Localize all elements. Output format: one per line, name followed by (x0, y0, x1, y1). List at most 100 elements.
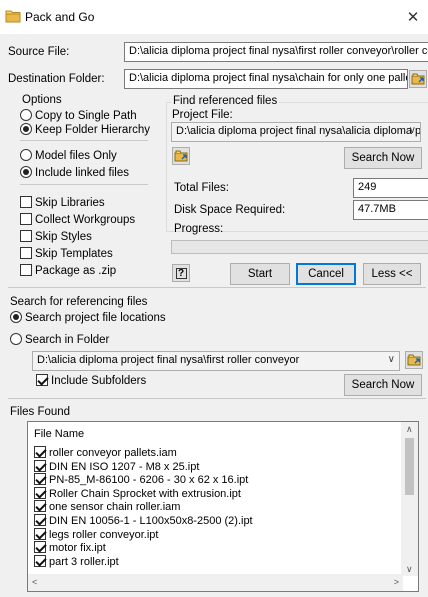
file-include-checkbox[interactable] (34, 473, 46, 486)
collect-workgroups-option[interactable]: Collect Workgroups (20, 213, 135, 226)
section-divider (8, 287, 426, 288)
file-list-item[interactable]: DIN EN ISO 1207 - M8 x 25.ipt (34, 459, 253, 474)
include-linked-files-option[interactable]: Include linked files (20, 166, 129, 179)
package-as-zip-checkbox[interactable] (20, 264, 32, 276)
section-divider-2 (8, 398, 426, 399)
file-list-item[interactable]: motor fix.ipt (34, 541, 253, 555)
browse-destination-button[interactable] (409, 70, 427, 88)
files-found-title: Files Found (10, 406, 71, 418)
vertical-scrollbar[interactable]: ∧ ∨ (401, 422, 418, 576)
file-include-checkbox[interactable] (34, 554, 46, 567)
options-divider-2 (20, 184, 148, 185)
source-file-label: Source File: (8, 46, 70, 58)
search-now-button[interactable]: Search Now (344, 147, 422, 169)
copy-single-path-label: Copy to Single Path (35, 110, 137, 122)
options-title: Options (22, 94, 62, 106)
close-button[interactable]: ✕ (398, 0, 428, 34)
search-now-folder-button[interactable]: Search Now (344, 374, 422, 396)
progress-bar (171, 240, 428, 254)
files-found-list[interactable]: File Name roller conveyor pallets.iam DIN… (27, 421, 419, 592)
file-list-item[interactable]: DIN EN 10056-1 - L100x50x8-2500 (2).ipt (34, 513, 253, 528)
file-include-checkbox[interactable] (34, 541, 46, 554)
scroll-down-icon[interactable]: ∨ (406, 564, 413, 575)
file-list-item[interactable]: PN-85_M-86100 - 6206 - 30 x 62 x 16.ipt (34, 473, 253, 487)
file-include-checkbox[interactable] (34, 513, 46, 526)
file-include-checkbox[interactable] (34, 446, 46, 458)
skip-styles-label: Skip Styles (35, 231, 92, 243)
chevron-down-icon: ∨ (387, 354, 395, 365)
scroll-right-icon[interactable]: > (394, 577, 399, 587)
model-files-only-option[interactable]: Model files Only (20, 149, 117, 162)
file-list-item[interactable]: one sensor chain roller.iam (34, 500, 253, 514)
start-button[interactable]: Start (230, 263, 290, 285)
file-name: DIN EN ISO 1207 - M8 x 25.ipt (49, 460, 200, 473)
search-project-locations-option[interactable]: Search project file locations (10, 311, 166, 324)
search-in-folder-label: Search in Folder (25, 334, 110, 346)
include-linked-files-label: Include linked files (35, 167, 129, 179)
copy-single-path-radio[interactable] (20, 109, 32, 121)
browse-project-button[interactable] (172, 147, 190, 165)
browse-folder-icon (411, 73, 425, 85)
model-files-only-radio[interactable] (20, 149, 32, 161)
file-name: DIN EN 10056-1 - L100x50x8-2500 (2).ipt (49, 514, 253, 527)
search-folder-value: D:\alicia diploma project final nysa\fir… (37, 354, 300, 366)
file-list-item[interactable]: roller conveyor pallets.iam (34, 446, 253, 460)
collect-workgroups-label: Collect Workgroups (35, 214, 136, 226)
include-linked-files-radio[interactable] (20, 166, 32, 178)
search-project-locations-label: Search project file locations (25, 312, 166, 324)
browse-folder-icon (174, 150, 188, 162)
less-button[interactable]: Less << (363, 263, 421, 285)
search-folder-dropdown[interactable]: D:\alicia diploma project final nysa\fir… (32, 351, 400, 371)
source-file-field[interactable]: D:\alicia diploma project final nysa\fir… (124, 42, 428, 62)
progress-label: Progress: (174, 223, 224, 235)
file-list-item[interactable]: legs roller conveyor.ipt (34, 527, 253, 542)
horizontal-scrollbar[interactable]: < > (28, 574, 403, 591)
file-name-column-header[interactable]: File Name (34, 428, 84, 440)
include-subfolders-checkbox[interactable] (36, 374, 48, 386)
cancel-button[interactable]: Cancel (296, 263, 356, 285)
folder-icon (5, 10, 21, 23)
skip-templates-checkbox[interactable] (20, 247, 32, 259)
skip-libraries-option[interactable]: Skip Libraries (20, 196, 105, 209)
vertical-scroll-thumb[interactable] (405, 438, 414, 495)
search-project-locations-radio[interactable] (10, 311, 22, 323)
file-name: roller conveyor pallets.iam (49, 447, 177, 459)
keep-folder-hierarchy-option[interactable]: Keep Folder Hierarchy (20, 123, 150, 136)
file-name: PN-85_M-86100 - 6206 - 30 x 62 x 16.ipt (49, 474, 249, 487)
skip-templates-label: Skip Templates (35, 248, 113, 260)
destination-folder-field[interactable]: D:\alicia diploma project final nysa\cha… (124, 69, 408, 89)
total-files-label: Total Files: (174, 182, 229, 194)
package-as-zip-option[interactable]: Package as .zip (20, 264, 116, 277)
search-in-folder-radio[interactable] (10, 333, 22, 345)
skip-templates-option[interactable]: Skip Templates (20, 247, 113, 260)
collect-workgroups-checkbox[interactable] (20, 213, 32, 225)
skip-libraries-checkbox[interactable] (20, 196, 32, 208)
include-subfolders-option[interactable]: Include Subfolders (36, 374, 146, 387)
find-referenced-files-title: Find referenced files (171, 95, 280, 107)
file-list-item[interactable]: part 3 roller.ipt (34, 554, 253, 569)
file-name: Roller Chain Sprocket with extrusion.ipt (49, 487, 241, 500)
file-name: legs roller conveyor.ipt (49, 528, 159, 541)
package-as-zip-label: Package as .zip (35, 265, 117, 277)
file-list-item[interactable]: Roller Chain Sprocket with extrusion.ipt (34, 486, 253, 501)
file-include-checkbox[interactable] (34, 527, 46, 540)
help-button[interactable]: ? (172, 264, 190, 282)
skip-styles-option[interactable]: Skip Styles (20, 230, 92, 243)
keep-folder-hierarchy-radio[interactable] (20, 123, 32, 135)
title-bar: Pack and Go ✕ (0, 0, 428, 34)
scroll-left-icon[interactable]: < (32, 577, 37, 587)
project-file-value: D:\alicia diploma project final nysa\ali… (176, 125, 421, 137)
file-include-checkbox[interactable] (34, 459, 46, 472)
file-include-checkbox[interactable] (34, 486, 46, 499)
file-name: motor fix.ipt (49, 542, 106, 555)
copy-single-path-option[interactable]: Copy to Single Path (20, 109, 137, 122)
pack-and-go-dialog: Pack and Go ✕ Source File: D:\alicia dip… (0, 0, 428, 597)
skip-libraries-label: Skip Libraries (35, 197, 105, 209)
search-referencing-title: Search for referencing files (10, 296, 148, 308)
browse-search-folder-button[interactable] (405, 351, 423, 369)
search-in-folder-option[interactable]: Search in Folder (10, 333, 109, 346)
scroll-up-icon[interactable]: ∧ (406, 424, 413, 435)
file-include-checkbox[interactable] (34, 500, 46, 513)
project-file-dropdown[interactable]: D:\alicia diploma project final nysa\ali… (171, 122, 421, 142)
skip-styles-checkbox[interactable] (20, 230, 32, 242)
